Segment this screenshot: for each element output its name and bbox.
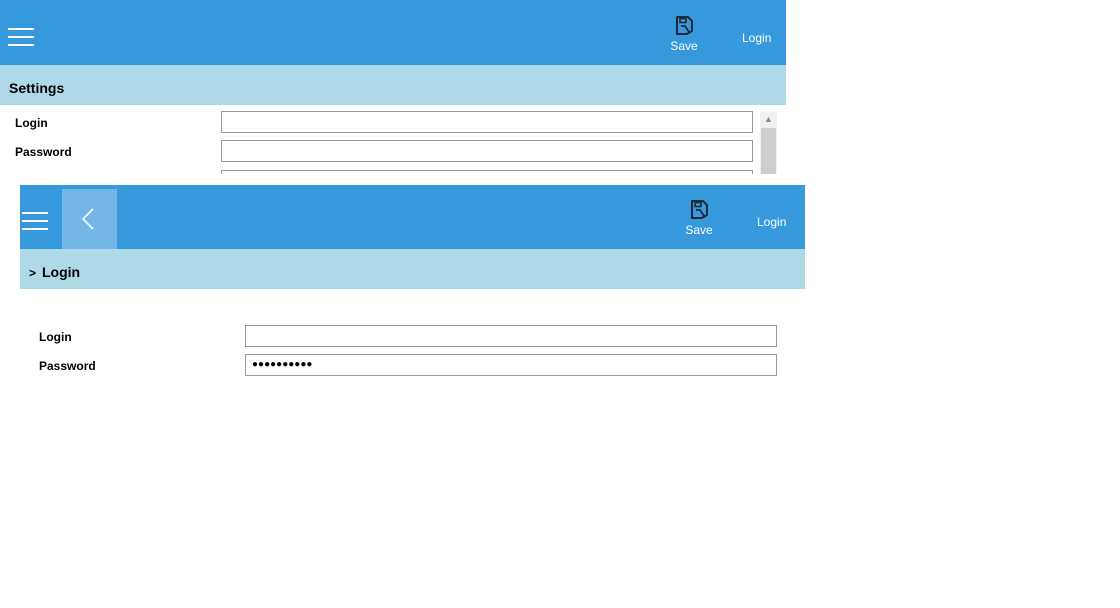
save-button[interactable]: Save bbox=[661, 15, 707, 67]
app-header: Save Login bbox=[20, 185, 805, 249]
app-header: Save Login bbox=[0, 0, 786, 65]
password-field[interactable]: ●●●●●●●●●● bbox=[245, 354, 777, 376]
save-button[interactable]: Save bbox=[676, 199, 722, 251]
save-label: Save bbox=[670, 39, 698, 53]
floppy-disk-icon bbox=[676, 16, 693, 35]
login-field[interactable] bbox=[245, 325, 777, 347]
chevron-left-icon bbox=[81, 208, 94, 230]
save-label: Save bbox=[685, 223, 713, 237]
vertical-scrollbar[interactable]: ▲ bbox=[760, 112, 777, 174]
scroll-up-icon[interactable]: ▲ bbox=[764, 115, 773, 124]
settings-window: Save Login Settings Login Password ▲ bbox=[0, 0, 786, 174]
page-title: Settings bbox=[9, 80, 65, 96]
extra-field[interactable] bbox=[221, 170, 753, 174]
login-label: Login bbox=[15, 116, 48, 130]
floppy-disk-icon bbox=[691, 200, 708, 219]
scrollbar-thumb[interactable] bbox=[761, 128, 776, 174]
login-label: Login bbox=[39, 330, 72, 344]
hamburger-icon[interactable] bbox=[22, 212, 48, 230]
password-label: Password bbox=[39, 359, 96, 373]
page-title-bar: Settings bbox=[0, 65, 786, 105]
hamburger-icon[interactable] bbox=[8, 28, 34, 46]
login-field[interactable] bbox=[221, 111, 753, 133]
back-button[interactable] bbox=[62, 189, 117, 249]
login-window: Save Login > Login Login Password ●●●●●●… bbox=[20, 185, 805, 435]
breadcrumb-bar: > Login bbox=[20, 249, 805, 289]
breadcrumb-separator: > bbox=[29, 266, 37, 280]
page-title: Login bbox=[42, 264, 81, 280]
password-label: Password bbox=[15, 145, 72, 159]
login-link[interactable]: Login bbox=[742, 31, 771, 45]
password-field[interactable] bbox=[221, 140, 753, 162]
login-link[interactable]: Login bbox=[757, 215, 786, 229]
